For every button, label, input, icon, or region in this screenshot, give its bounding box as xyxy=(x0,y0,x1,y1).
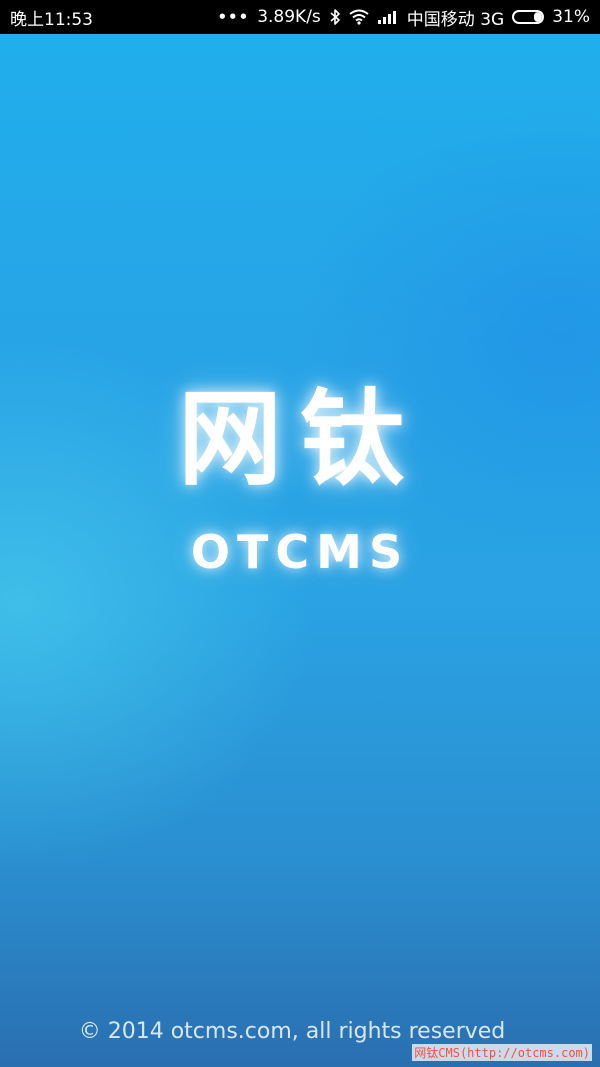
activity-dots: ••• xyxy=(217,8,250,26)
status-time: 晚上11:53 xyxy=(10,9,93,30)
copyright-text: © 2014 otcms.com, all rights reserved xyxy=(78,1019,506,1044)
battery-icon xyxy=(512,10,545,24)
wifi-icon xyxy=(349,9,369,25)
watermark-text: 网钛CMS(http://otcms.com) xyxy=(412,1044,592,1061)
logo-chinese: 网钛 xyxy=(177,378,422,500)
network-speed: 3.89K/s xyxy=(257,7,321,27)
status-left: 晚上11:53 xyxy=(10,5,93,30)
logo-english: OTCMS xyxy=(190,525,410,579)
bluetooth-icon xyxy=(329,8,341,26)
battery-percent: 31% xyxy=(552,7,590,27)
battery-fill xyxy=(533,12,543,22)
status-right: ••• 3.89K/s 中国移动 3G 31% xyxy=(217,5,590,30)
status-bar: 晚上11:53 ••• 3.89K/s 中国移动 3G 31% xyxy=(0,0,600,34)
app-screen: 晚上11:53 ••• 3.89K/s 中国移动 3G 31% 网钛 OTCMS… xyxy=(0,0,600,1067)
carrier-label: 中国移动 3G xyxy=(406,9,505,30)
signal-icon xyxy=(377,9,399,25)
splash-background: 网钛 OTCMS © 2014 otcms.com, all rights re… xyxy=(0,34,600,1067)
